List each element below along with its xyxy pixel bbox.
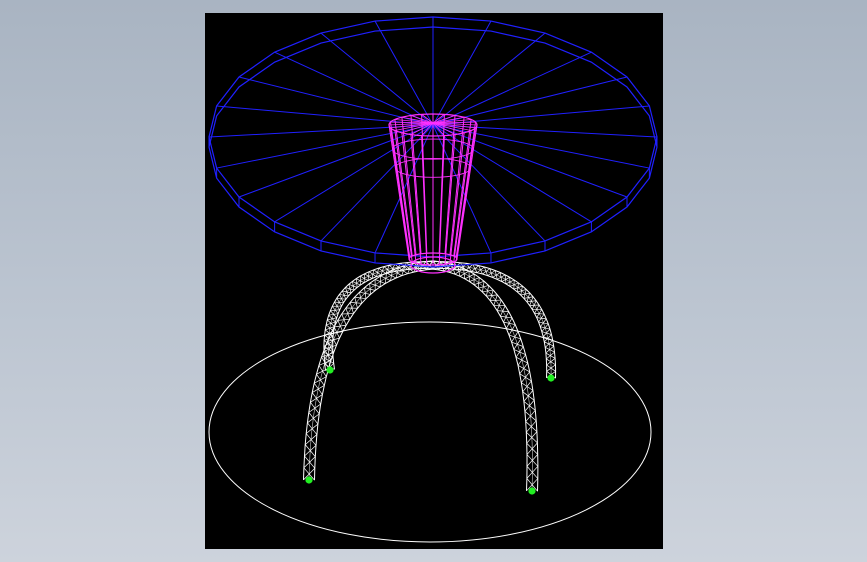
leg-3-brace (350, 302, 362, 304)
leg-1-edge-b (332, 267, 433, 370)
leg-4-center (432, 264, 533, 492)
leg-1-brace (378, 267, 387, 274)
foot-marker-4 (528, 487, 536, 495)
leg-1-brace (336, 297, 346, 300)
leg-3-brace (308, 403, 321, 413)
leg-4-brace (515, 346, 524, 358)
leg-2-brace (544, 339, 553, 348)
tabletop-spoke (432, 20, 492, 126)
leg-4-brace (521, 371, 530, 383)
leg-2-edge-a (433, 267, 548, 378)
leg-4-brace (523, 390, 534, 402)
leg-2-brace (504, 274, 507, 284)
floor-ellipse (208, 321, 652, 543)
tabletop-spoke (432, 51, 592, 126)
pedestal-generator (390, 122, 411, 258)
pedestal-generator (455, 122, 476, 258)
leg-4-brace (477, 277, 480, 289)
foot-marker-3 (305, 476, 313, 484)
leg-4-brace (511, 331, 519, 343)
leg-4-brace (468, 271, 470, 282)
leg-3-brace (306, 423, 319, 434)
foot-marker-1 (326, 366, 334, 374)
foot-marker-2 (547, 374, 555, 382)
pedestal-generator (456, 124, 478, 260)
leg-4-edge-a (432, 268, 528, 491)
leg-1-brace (330, 309, 340, 312)
leg-3-brace (307, 413, 320, 424)
leg-4-brace (524, 399, 535, 412)
leg-3-brace (312, 385, 325, 393)
leg-2-center (433, 264, 552, 379)
foot-markers (305, 366, 555, 495)
cad-viewport[interactable] (205, 13, 663, 549)
leg-4-brace (522, 380, 532, 393)
tabletop-spoke (374, 20, 434, 126)
leg-2-brace (542, 328, 551, 337)
leg-3-brace (310, 394, 323, 403)
leg-2-brace (541, 323, 549, 332)
leg-3-edge-b (314, 268, 434, 481)
leg-4-brace (519, 362, 529, 374)
pedestal-generator (388, 124, 410, 260)
wireframe-scene[interactable] (205, 13, 663, 549)
table-legs (303, 260, 557, 492)
floor-ellipse-outline (208, 321, 652, 543)
leg-4-brace (517, 354, 526, 366)
tabletop-spoke (274, 51, 434, 126)
leg-4-brace (513, 338, 522, 350)
